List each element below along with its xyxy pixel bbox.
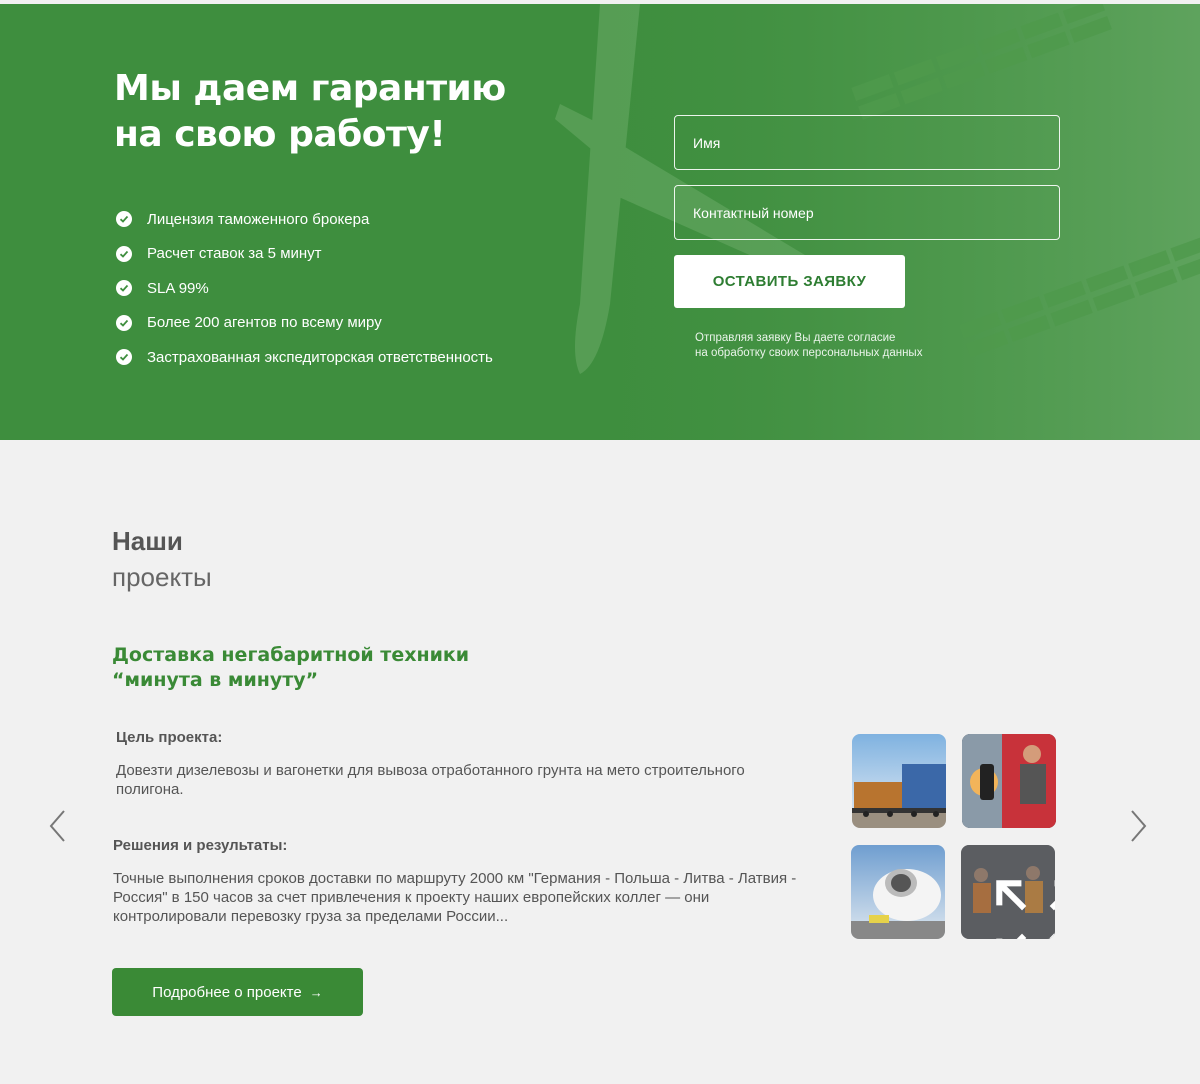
feature-item: Лицензия таможенного брокера <box>116 202 493 237</box>
project-title-line1: Доставка негабаритной техники <box>112 644 470 666</box>
gallery-thumb-truck[interactable] <box>962 734 1056 828</box>
feature-item: Застрахованная экспедиторская ответствен… <box>116 340 493 375</box>
gallery-thumb-workers[interactable] <box>961 845 1055 939</box>
feature-item: Расчет ставок за 5 минут <box>116 237 493 272</box>
feature-text: Более 200 агентов по всему миру <box>147 314 382 332</box>
feature-text: SLA 99% <box>147 279 209 297</box>
check-icon <box>116 280 132 297</box>
feature-text: Застрахованная экспедиторская ответствен… <box>147 348 493 366</box>
hero-title: Мы даем гарантию на свою работу! <box>114 66 594 158</box>
cargo-plane-photo-icon <box>851 845 945 939</box>
expand-icon[interactable] <box>991 875 1055 939</box>
project-details-button[interactable]: Подробнее о проекте → <box>112 968 363 1016</box>
check-icon <box>116 211 132 228</box>
consent-line1: Отправляя заявку Вы даете согласие <box>695 332 896 344</box>
project-title: Доставка негабаритной техники “минута в … <box>112 643 532 693</box>
results-text: Точные выполнения сроков доставки по мар… <box>113 870 797 925</box>
gallery-thumb-train[interactable] <box>852 734 946 828</box>
hero-title-line1: Мы даем гарантию <box>114 68 506 109</box>
features-list: Лицензия таможенного брокера Расчет став… <box>116 202 493 375</box>
check-icon <box>116 245 132 262</box>
phone-field[interactable] <box>674 185 1060 240</box>
freight-train-photo-icon <box>852 734 946 828</box>
truck-driver-photo-icon <box>962 734 1056 828</box>
feature-text: Расчет ставок за 5 минут <box>147 245 322 263</box>
feature-item: Более 200 агентов по всему миру <box>116 306 493 341</box>
hero-title-line2: на свою работу! <box>114 114 446 155</box>
chevron-right-icon[interactable] <box>1128 809 1148 843</box>
check-icon <box>116 349 132 366</box>
goal-label: Цель проекта: <box>116 729 223 746</box>
consent-note: Отправляя заявку Вы даете согласие на об… <box>695 331 995 361</box>
feature-text: Лицензия таможенного брокера <box>147 210 370 228</box>
section-title-light: проекты <box>112 562 212 592</box>
consent-line2: на обработку своих персональных данных <box>695 347 923 359</box>
goal-text: Довезти дизелевозы и вагонетки для вывоз… <box>116 762 745 798</box>
chevron-left-icon[interactable] <box>48 809 68 843</box>
submit-request-button[interactable]: ОСТАВИТЬ ЗАЯВКУ <box>674 255 905 308</box>
name-field[interactable] <box>674 115 1060 170</box>
project-title-line2: “минута в минуту” <box>112 669 319 691</box>
results-label: Решения и результаты: <box>113 837 288 854</box>
feature-item: SLA 99% <box>116 271 493 306</box>
gallery-thumb-plane[interactable] <box>851 845 945 939</box>
section-title-bold: Наши <box>112 526 183 556</box>
project-details-label: Подробнее о проекте <box>152 983 302 1001</box>
hero-section: Мы даем гарантию на свою работу! Лицензи… <box>0 4 1200 440</box>
arrow-right-icon: → <box>309 984 323 1000</box>
check-icon <box>116 314 132 331</box>
